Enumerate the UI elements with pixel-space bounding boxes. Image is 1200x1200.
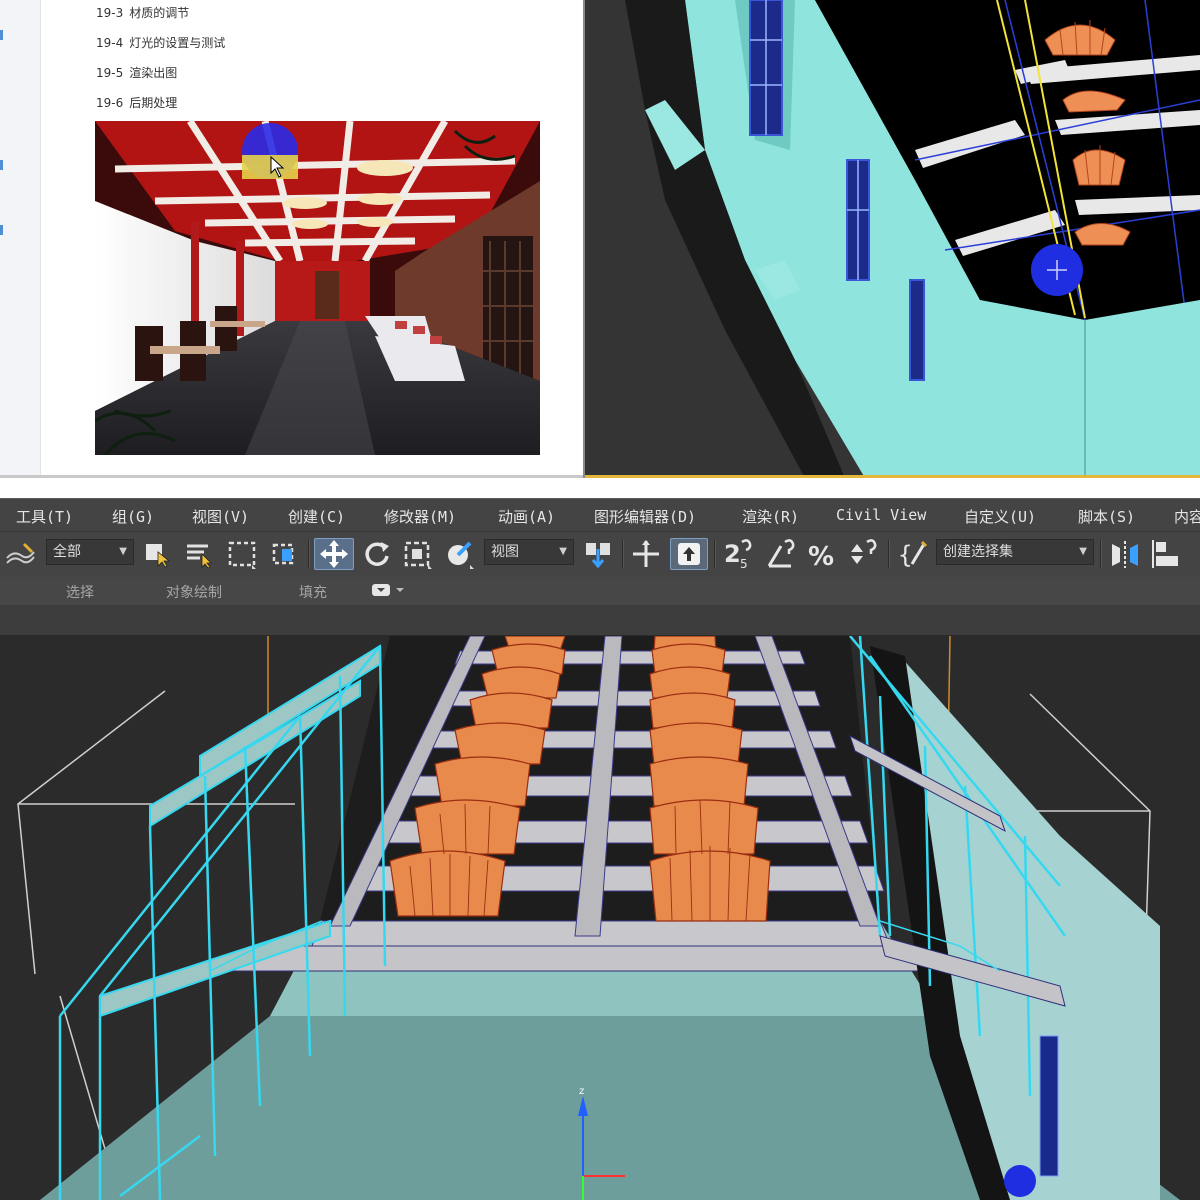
perspective-viewport[interactable]: z <box>0 636 1200 1200</box>
select-object-icon[interactable] <box>140 538 174 570</box>
rotate-icon[interactable] <box>360 538 394 570</box>
menu-civil-view[interactable]: Civil View <box>836 506 926 524</box>
rect-region-icon[interactable] <box>224 538 260 570</box>
top-viewport[interactable] <box>583 0 1200 478</box>
chevron-down-icon: ▼ <box>119 546 127 557</box>
move-icon[interactable] <box>314 538 354 570</box>
sidebar-marker <box>0 225 3 235</box>
scale-icon[interactable] <box>400 538 436 570</box>
toc-item[interactable]: 19-3 材质的调节 <box>96 4 189 21</box>
toc-item-title: 渲染出图 <box>129 66 178 80</box>
reference-coordinate-value: 视图 <box>491 544 519 560</box>
mirror-icon[interactable] <box>1106 538 1144 570</box>
svg-text:5: 5 <box>740 557 748 570</box>
ribbon-tab-object-paint[interactable]: 对象绘制 <box>166 582 222 602</box>
main-toolbar: 全部 ▼ 视图 ▼ 25 % {创建选择集 ▼ <box>0 531 1200 578</box>
toc-item[interactable]: 19-5 渲染出图 <box>96 64 177 81</box>
toc-item[interactable]: 19-6 后期处理 <box>96 94 177 111</box>
edit-named-sets-icon[interactable]: { <box>894 538 934 570</box>
render-preview-image <box>95 121 540 455</box>
manipulate-icon[interactable] <box>628 538 664 570</box>
keyboard-shortcut-icon[interactable] <box>670 538 708 570</box>
selection-filter-value: 全部 <box>53 544 81 560</box>
menu-scripting[interactable]: 脚本(S) <box>1078 506 1135 527</box>
menu-graph-editors[interactable]: 图形编辑器(D) <box>594 506 696 527</box>
toolbar-separator <box>888 540 890 568</box>
pivot-icon[interactable] <box>580 538 616 570</box>
sidebar-marker <box>0 160 3 170</box>
percent-snap-icon[interactable]: % <box>806 538 842 570</box>
ribbon-options-icon[interactable] <box>372 582 406 602</box>
svg-text:z: z <box>579 1086 584 1097</box>
snap-2-5-icon[interactable]: 25 <box>720 538 760 570</box>
toc-item-number: 19-6 <box>96 96 124 110</box>
ribbon-tabs: 选择 对象绘制 填充 <box>0 577 1200 605</box>
document-sidebar <box>0 0 41 478</box>
toolbar-separator <box>1100 540 1102 568</box>
chevron-down-icon: ▼ <box>1079 546 1087 557</box>
align-icon[interactable] <box>1148 538 1186 570</box>
ribbon-tab-populate[interactable]: 填充 <box>299 582 327 602</box>
place-icon[interactable] <box>442 538 478 570</box>
menu-tools[interactable]: 工具(T) <box>16 506 73 527</box>
ribbon-panel <box>0 605 1200 636</box>
document-panel: 19-3 材质的调节 19-4 灯光的设置与测试 19-5 渲染出图 19-6 后期处理 <box>0 0 583 478</box>
menu-create[interactable]: 创建(C) <box>288 506 345 527</box>
sidebar-marker <box>0 30 3 40</box>
selection-filter-dropdown[interactable]: 全部 ▼ <box>46 539 134 565</box>
chevron-down-icon: ▼ <box>559 546 567 557</box>
svg-text:2: 2 <box>724 540 741 568</box>
svg-text:{: { <box>898 541 912 569</box>
named-selection-dropdown[interactable]: 创建选择集 ▼ <box>936 539 1094 565</box>
toc-item-title: 灯光的设置与测试 <box>129 36 226 50</box>
spinner-snap-icon[interactable] <box>846 538 882 570</box>
divider <box>0 478 1200 498</box>
menu-content[interactable]: 内容 <box>1174 506 1200 527</box>
toc-item[interactable]: 19-4 灯光的设置与测试 <box>96 34 225 51</box>
toc-item-title: 后期处理 <box>129 96 178 110</box>
select-by-name-icon[interactable] <box>182 538 216 570</box>
reference-coordinate-dropdown[interactable]: 视图 ▼ <box>484 539 574 565</box>
menu-modifiers[interactable]: 修改器(M) <box>384 506 456 527</box>
toolbar-separator <box>308 540 310 568</box>
menu-group[interactable]: 组(G) <box>112 506 154 527</box>
menu-customize[interactable]: 自定义(U) <box>964 506 1036 527</box>
menu-views[interactable]: 视图(V) <box>192 506 249 527</box>
toolbar-separator <box>714 540 716 568</box>
toc-item-title: 材质的调节 <box>129 6 190 20</box>
svg-text:%: % <box>808 542 834 570</box>
named-selection-value: 创建选择集 <box>943 544 1013 560</box>
undo-redo-icon[interactable] <box>2 538 38 570</box>
toc-item-number: 19-3 <box>96 6 124 20</box>
menu-rendering[interactable]: 渲染(R) <box>742 506 799 527</box>
angle-snap-icon[interactable] <box>764 538 800 570</box>
ribbon-tab-selection[interactable]: 选择 <box>66 582 94 602</box>
menu-animation[interactable]: 动画(A) <box>498 506 555 527</box>
menu-bar: 工具(T) 组(G) 视图(V) 创建(C) 修改器(M) 动画(A) 图形编辑… <box>0 498 1200 532</box>
window-crossing-icon[interactable] <box>266 538 302 570</box>
toc-item-number: 19-5 <box>96 66 124 80</box>
toolbar-separator <box>622 540 624 568</box>
toc-item-number: 19-4 <box>96 36 124 50</box>
